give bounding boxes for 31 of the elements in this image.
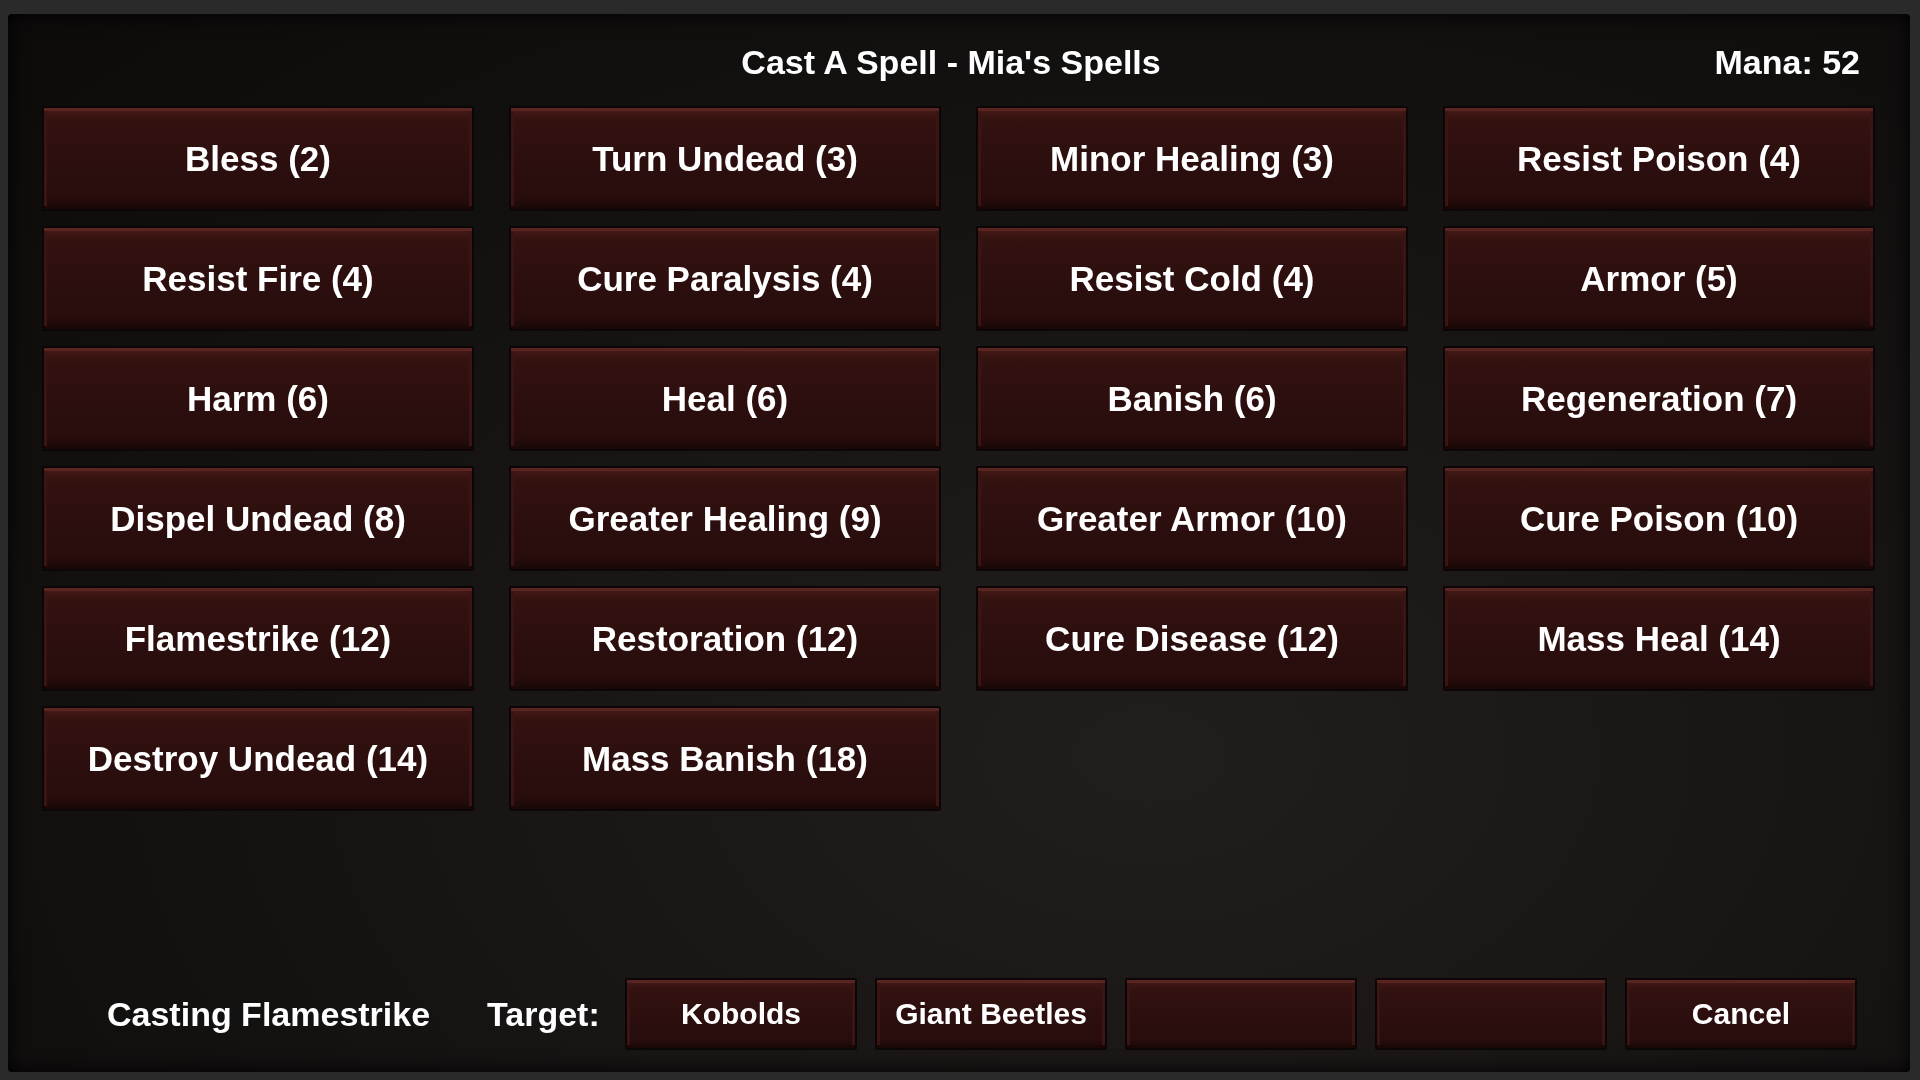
spell-button[interactable]: Resist Fire (4) [42,226,474,331]
target-button[interactable]: Giant Beetles [875,978,1107,1050]
spell-button[interactable]: Greater Healing (9) [509,466,941,571]
mana-counter: Mana: 52 [1714,42,1860,82]
spell-button[interactable]: Dispel Undead (8) [42,466,474,571]
spell-button[interactable]: Cure Paralysis (4) [509,226,941,331]
spell-button[interactable]: Cure Disease (12) [976,586,1408,691]
spell-button[interactable]: Heal (6) [509,346,941,451]
spell-button[interactable]: Resist Poison (4) [1443,106,1875,211]
spell-button[interactable]: Resist Cold (4) [976,226,1408,331]
spell-button[interactable]: Destroy Undead (14) [42,706,474,811]
spell-button[interactable]: Armor (5) [1443,226,1875,331]
spell-button[interactable]: Flamestrike (12) [42,586,474,691]
spell-button[interactable]: Minor Healing (3) [976,106,1408,211]
spell-button[interactable]: Turn Undead (3) [509,106,941,211]
casting-status: Casting Flamestrike [107,994,432,1034]
cancel-button[interactable]: Cancel [1625,978,1857,1050]
target-button[interactable]: Kobolds [625,978,857,1050]
target-label: Target: [487,994,601,1034]
spell-button[interactable]: Regeneration (7) [1443,346,1875,451]
dialog-title: Cast A Spell - Mia's Spells [741,42,1161,82]
spell-button[interactable]: Mass Banish (18) [509,706,941,811]
spell-button[interactable]: Mass Heal (14) [1443,586,1875,691]
spell-button[interactable]: Bless (2) [42,106,474,211]
spell-button[interactable]: Harm (6) [42,346,474,451]
spell-button[interactable]: Restoration (12) [509,586,941,691]
spell-button[interactable]: Banish (6) [976,346,1408,451]
spell-button[interactable]: Greater Armor (10) [976,466,1408,571]
empty-target-slot[interactable] [1375,978,1607,1050]
spell-button[interactable]: Cure Poison (10) [1443,466,1875,571]
empty-target-slot[interactable] [1125,978,1357,1050]
